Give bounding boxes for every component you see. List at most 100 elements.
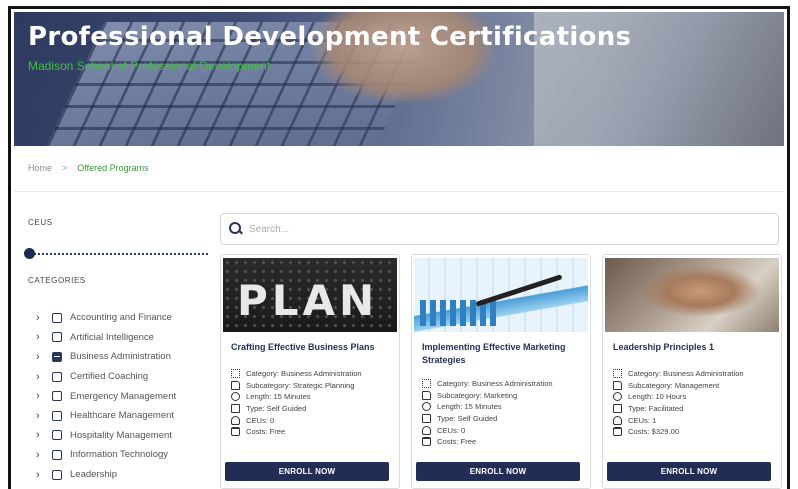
program-category: Category: Business Administration bbox=[613, 368, 778, 380]
program-details: Category: Business Administration Subcat… bbox=[613, 368, 778, 438]
program-subcategory: Subcategory: Marketing bbox=[422, 390, 587, 402]
ceus-slider[interactable] bbox=[24, 248, 208, 259]
slider-handle[interactable] bbox=[24, 248, 35, 259]
category-checkbox[interactable] bbox=[52, 410, 62, 421]
ceus-filter-heading: CEUS bbox=[28, 218, 53, 227]
program-image bbox=[605, 258, 779, 332]
wallet-icon bbox=[613, 427, 622, 437]
category-grid-icon bbox=[422, 379, 431, 389]
program-category-text: Category: Business Administration bbox=[246, 369, 362, 379]
search-icon[interactable] bbox=[229, 222, 243, 236]
category-item[interactable]: › Certified Coaching bbox=[36, 367, 211, 387]
chevron-right-icon[interactable]: › bbox=[36, 429, 52, 441]
category-item[interactable]: › Accounting and Finance bbox=[36, 308, 211, 328]
breadcrumb: Home > Offered Programs bbox=[28, 163, 149, 173]
program-costs: Costs: Free bbox=[422, 436, 587, 448]
category-label: Emergency Management bbox=[70, 390, 177, 402]
page-frame: Professional Development Certifications … bbox=[0, 0, 798, 489]
chevron-right-icon[interactable]: › bbox=[36, 390, 52, 402]
program-category: Category: Business Administration bbox=[231, 368, 396, 380]
program-subcategory: Subcategory: Strategic Planning bbox=[231, 380, 396, 392]
program-ceus-text: CEUs: 0 bbox=[246, 415, 275, 425]
chevron-right-icon: > bbox=[62, 163, 68, 173]
program-type: Type: Facilitated bbox=[613, 403, 778, 415]
program-ceus: CEUs: 0 bbox=[422, 424, 587, 436]
divider bbox=[14, 191, 784, 192]
category-item[interactable]: › Leadership bbox=[36, 465, 211, 485]
category-checkbox[interactable] bbox=[52, 332, 62, 343]
chevron-right-icon[interactable]: › bbox=[36, 410, 52, 422]
program-length-text: Length: 15 Minutes bbox=[246, 392, 311, 402]
program-image-word: PLAN bbox=[237, 276, 379, 325]
program-details: Category: Business Administration Subcat… bbox=[231, 368, 396, 438]
breadcrumb-home-link[interactable]: Home bbox=[28, 163, 52, 173]
category-checkbox[interactable] bbox=[52, 391, 62, 402]
category-item[interactable]: › Business Administration bbox=[36, 347, 211, 367]
category-checkbox[interactable] bbox=[52, 449, 62, 460]
category-label: Artificial Intelligence bbox=[70, 331, 154, 343]
search-input[interactable] bbox=[249, 223, 749, 235]
category-checkbox[interactable] bbox=[52, 430, 62, 441]
category-label: Hospitality Management bbox=[70, 429, 172, 441]
folder-icon bbox=[613, 380, 622, 390]
type-icon bbox=[613, 404, 622, 414]
enroll-now-button[interactable]: ENROLL NOW bbox=[416, 462, 580, 481]
enroll-now-button[interactable]: ENROLL NOW bbox=[607, 462, 771, 481]
category-item[interactable]: › Hospitality Management bbox=[36, 426, 211, 446]
program-type-text: Type: Self Guided bbox=[437, 414, 498, 424]
program-title[interactable]: Crafting Effective Business Plans bbox=[231, 341, 391, 354]
categories-filter-heading: CATEGORIES bbox=[28, 276, 86, 285]
program-image: PLAN bbox=[223, 258, 397, 332]
program-details: Category: Business Administration Subcat… bbox=[422, 378, 587, 448]
category-checkbox[interactable] bbox=[52, 371, 62, 382]
category-label: Business Administration bbox=[70, 351, 171, 363]
program-title[interactable]: Implementing Effective Marketing Strateg… bbox=[422, 341, 582, 366]
folder-icon bbox=[231, 380, 240, 390]
chevron-right-icon[interactable]: › bbox=[36, 449, 52, 461]
chevron-right-icon[interactable]: › bbox=[36, 469, 52, 481]
program-ceus-text: CEUs: 1 bbox=[628, 415, 657, 425]
chevron-right-icon[interactable]: › bbox=[36, 331, 52, 343]
category-item[interactable]: › Artificial Intelligence bbox=[36, 328, 211, 348]
program-type: Type: Self Guided bbox=[231, 403, 396, 415]
program-image bbox=[414, 258, 588, 332]
program-length-text: Length: 10 Hours bbox=[628, 392, 687, 402]
program-category-text: Category: Business Administration bbox=[437, 379, 553, 389]
program-ceus: CEUs: 1 bbox=[613, 414, 778, 426]
wallet-icon bbox=[422, 437, 431, 447]
category-item[interactable]: › Healthcare Management bbox=[36, 406, 211, 426]
program-length: Length: 15 Minutes bbox=[231, 391, 396, 403]
program-costs-text: Costs: $329.00 bbox=[628, 427, 680, 437]
lightbulb-icon bbox=[422, 425, 431, 435]
category-checkbox[interactable] bbox=[52, 312, 62, 323]
program-category-text: Category: Business Administration bbox=[628, 369, 744, 379]
program-subcategory: Subcategory: Management bbox=[613, 380, 778, 392]
enroll-now-button[interactable]: ENROLL NOW bbox=[225, 462, 389, 481]
category-label: Certified Coaching bbox=[70, 371, 149, 383]
category-checkbox[interactable] bbox=[52, 469, 62, 480]
lightbulb-icon bbox=[231, 415, 240, 425]
category-label: Healthcare Management bbox=[70, 410, 175, 422]
folder-icon bbox=[422, 390, 431, 400]
search-bar[interactable] bbox=[220, 213, 779, 245]
chevron-right-icon[interactable]: › bbox=[36, 371, 52, 383]
type-icon bbox=[231, 404, 240, 414]
category-item[interactable]: › Information Technology bbox=[36, 445, 211, 465]
category-checkbox[interactable] bbox=[52, 351, 62, 362]
category-item[interactable]: › Emergency Management bbox=[36, 386, 211, 406]
lightbulb-icon bbox=[613, 415, 622, 425]
program-card: Implementing Effective Marketing Strateg… bbox=[411, 254, 591, 489]
category-grid-icon bbox=[231, 369, 240, 379]
category-label: Accounting and Finance bbox=[70, 312, 172, 324]
program-costs-text: Costs: Free bbox=[246, 427, 286, 437]
program-title[interactable]: Leadership Principles 1 bbox=[613, 341, 773, 354]
chevron-right-icon[interactable]: › bbox=[36, 351, 52, 363]
program-ceus: CEUs: 0 bbox=[231, 414, 396, 426]
slider-track[interactable] bbox=[30, 253, 208, 255]
chevron-right-icon[interactable]: › bbox=[36, 312, 52, 324]
clock-icon bbox=[422, 402, 431, 412]
program-type-text: Type: Self Guided bbox=[246, 404, 307, 414]
program-category: Category: Business Administration bbox=[422, 378, 587, 390]
program-subcategory-text: Subcategory: Management bbox=[628, 380, 720, 390]
breadcrumb-current[interactable]: Offered Programs bbox=[77, 163, 148, 173]
